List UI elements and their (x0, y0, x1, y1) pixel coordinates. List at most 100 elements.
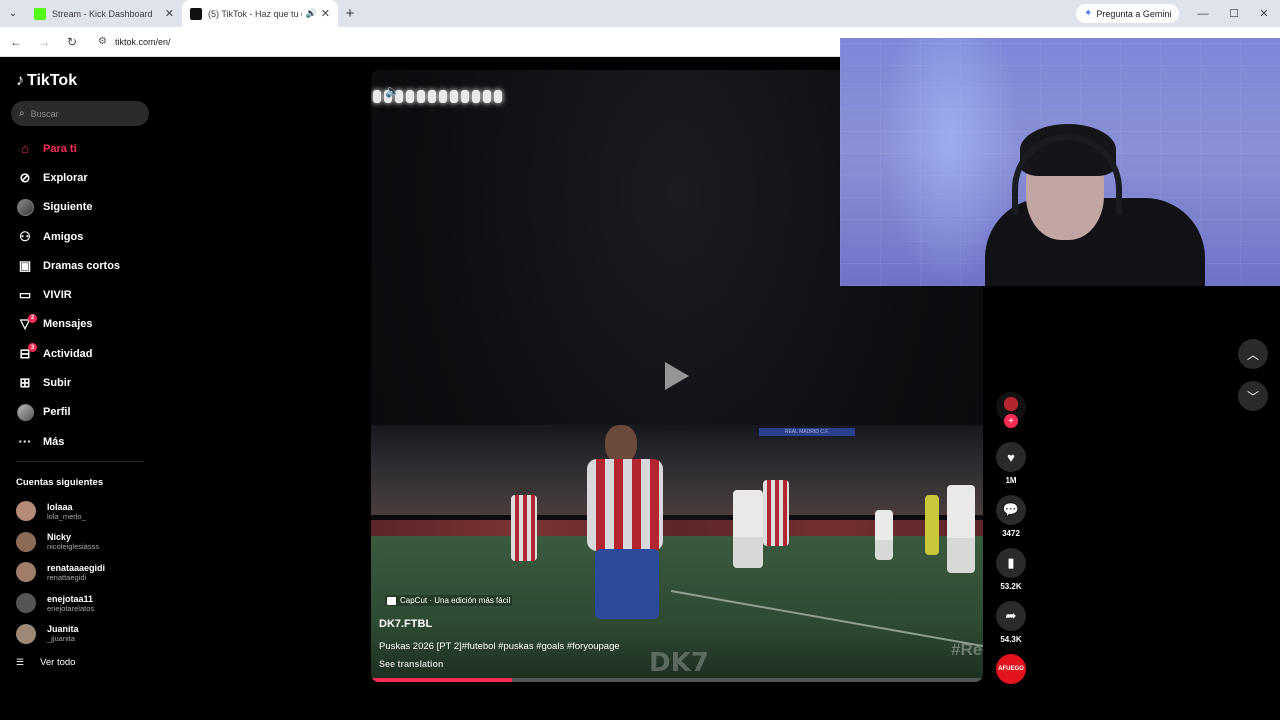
account-handle: renattaegidi (47, 572, 87, 582)
capcut-label[interactable]: CapCut · Una edición más fácil (385, 595, 513, 606)
sidebar-item-mensajes[interactable]: ▽ 2 Mensajes (0, 310, 160, 339)
account-name: renataaaegidi (47, 562, 106, 573)
new-tab-button[interactable]: + (338, 5, 362, 22)
avatar (16, 623, 36, 644)
tab-title: (5) TikTok - Haz que tu día s (208, 8, 302, 19)
live-icon: ▭ (18, 287, 32, 303)
save-count: 53.2K (1000, 582, 1022, 591)
browser-tab-tiktok[interactable]: (5) TikTok - Haz que tu día s 🔊 ✕ (182, 0, 338, 27)
like-button[interactable]: ♥ 1M (992, 442, 1030, 485)
maximize-icon[interactable]: ☐ (1218, 0, 1250, 27)
account-handle: _jjuanita (47, 634, 75, 644)
video-player-figure (947, 485, 975, 573)
creator-avatar[interactable]: + (992, 392, 1030, 432)
share-button[interactable]: ➦ 54.3K (992, 601, 1030, 644)
account-name: enejotaa11 (47, 593, 94, 604)
video-description: Puskas 2026 [PT 2]#futebol #puskas #goal… (379, 641, 620, 652)
like-count: 1M (1005, 476, 1017, 485)
comment-count: 3472 (1002, 529, 1020, 538)
url-field[interactable]: ⚙ tiktok.com/en/ (92, 31, 832, 53)
sidebar-item-label: Explorar (43, 171, 88, 184)
previous-video-button[interactable]: ︿ (1238, 339, 1268, 369)
volume-icon[interactable]: 🔈 (385, 84, 400, 98)
gemini-sparkle-icon: ✦ (1084, 8, 1093, 19)
list-item[interactable]: enejotaa11 enejotarelatos (16, 588, 156, 619)
tab-title: Stream - Kick Dashboard (52, 8, 153, 19)
compass-icon: ⊘ (19, 169, 31, 185)
sidebar-item-amigos[interactable]: ⚇ Amigos (0, 222, 160, 251)
video-progress-bar[interactable] (371, 678, 983, 682)
account-handle: enejotarelatos (47, 603, 95, 613)
stadium-board: REAL MADRID C.F. (759, 428, 855, 436)
gemini-label: Pregunta a Gemini (1096, 8, 1172, 19)
video-player-figure (763, 480, 789, 546)
share-count: 54.3K (1000, 635, 1022, 644)
following-avatar-icon (16, 198, 34, 216)
list-item[interactable]: lolaaa lola_merlo_ (16, 496, 156, 527)
sidebar-item-label: Amigos (43, 230, 84, 243)
list-item[interactable]: Juanita _jjuanita (16, 618, 156, 649)
sidebar-item-label: Para ti (43, 142, 77, 155)
sidebar-item-mas[interactable]: ··· Más (0, 427, 160, 456)
save-button[interactable]: ▮ 53.2K (992, 548, 1030, 591)
following-list: lolaaa lola_merlo_ Nicky nicoleiglesiasss … (16, 496, 156, 649)
search-box[interactable]: ⌕ (11, 101, 149, 126)
search-icon: ⌕ (19, 108, 25, 119)
more-icon: ··· (18, 434, 32, 450)
sidebar-item-siguiente[interactable]: Siguiente (0, 193, 160, 222)
sidebar-item-vivir[interactable]: ▭ VIVIR (0, 280, 160, 309)
follow-plus-icon[interactable]: + (1004, 414, 1018, 428)
tab-search-dropdown-icon[interactable]: ⌄ (0, 0, 26, 27)
forward-icon[interactable]: → (32, 30, 56, 54)
sidebar-divider (16, 461, 144, 462)
avatar (16, 501, 36, 522)
list-item[interactable]: renataaaegidi renattaegidi (16, 557, 156, 588)
webcam-overlay (840, 38, 1280, 286)
bookmark-icon: ▮ (996, 548, 1026, 578)
search-input[interactable] (30, 108, 131, 119)
chevron-up-icon: ︿ (1246, 347, 1259, 362)
music-disc[interactable]: AFUEGO (996, 654, 1026, 684)
minimize-icon[interactable]: — (1187, 0, 1219, 27)
reload-icon[interactable]: ↻ (60, 30, 84, 54)
video-stands (371, 425, 983, 515)
gemini-button[interactable]: ✦ Pregunta a Gemini (1076, 4, 1180, 23)
close-window-icon[interactable]: ✕ (1248, 0, 1280, 27)
sidebar-menu: ⌂ Para ti ⊘ Explorar Siguiente ⚇ Amigos … (0, 134, 160, 456)
sidebar-item-perfil[interactable]: Perfil (0, 398, 160, 427)
comment-button[interactable]: 💬 3472 (992, 495, 1030, 538)
film-icon: ▣ (18, 257, 32, 273)
sidebar-item-subir[interactable]: ⊞ Subir (0, 368, 160, 397)
video-player-figure (925, 495, 939, 555)
sidebar-item-label: Mensajes (43, 318, 93, 331)
sidebar-item-para-ti[interactable]: ⌂ Para ti (0, 134, 160, 163)
home-icon: ⌂ (21, 141, 29, 157)
account-name: lolaaa (47, 501, 73, 512)
chevron-down-icon: ﹀ (1246, 389, 1259, 404)
video-author[interactable]: DK7.FTBL (379, 618, 432, 630)
sidebar-item-label: Actividad (43, 347, 93, 360)
next-video-button[interactable]: ﹀ (1238, 381, 1268, 411)
brand-text: TikTok (27, 72, 78, 89)
friends-icon: ⚇ (19, 228, 31, 244)
see-translation-link[interactable]: See translation (379, 659, 444, 669)
play-icon[interactable] (665, 362, 689, 390)
avatar (16, 593, 36, 614)
list-icon: ☰ (16, 657, 25, 667)
browser-tab-kick[interactable]: Stream - Kick Dashboard ✕ (26, 0, 182, 27)
capcut-text: CapCut · Una edición más fácil (400, 596, 511, 605)
heart-icon: ♥ (996, 442, 1026, 472)
sidebar-item-actividad[interactable]: ⊟ 3 Actividad (0, 339, 160, 368)
speaker-icon[interactable]: 🔊 (306, 8, 317, 19)
video-player-figure (875, 510, 893, 560)
tiktok-logo[interactable]: ♪ TikTok (16, 72, 77, 90)
sidebar-item-dramas-cortos[interactable]: ▣ Dramas cortos (0, 251, 160, 280)
sidebar-item-explorar[interactable]: ⊘ Explorar (0, 163, 160, 192)
account-name: Juanita (47, 624, 79, 635)
list-item[interactable]: Nicky nicoleiglesiasss (16, 527, 156, 558)
close-tab-icon[interactable]: ✕ (165, 7, 174, 20)
see-all-button[interactable]: ☰ Ver todo (16, 657, 75, 668)
site-info-icon[interactable]: ⚙ (98, 36, 107, 47)
close-tab-icon[interactable]: ✕ (321, 7, 330, 20)
back-icon[interactable]: ← (4, 30, 28, 54)
